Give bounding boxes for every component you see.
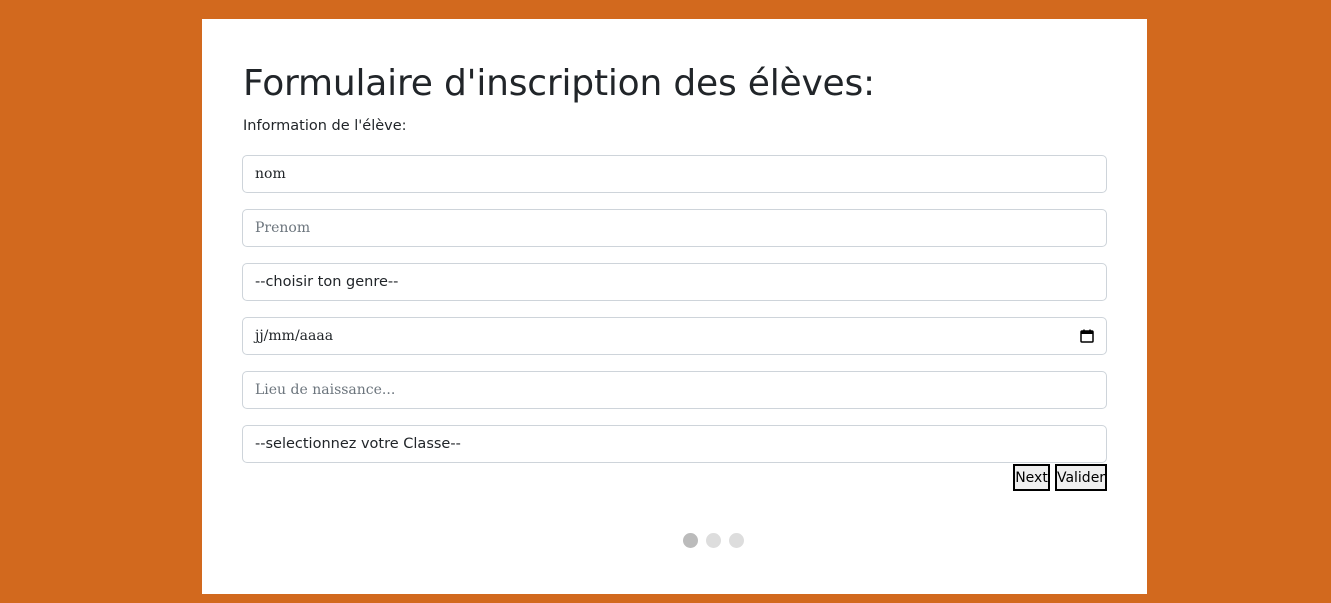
nom-field[interactable] <box>242 155 1107 193</box>
page-title: Formulaire d'inscription des élèves: <box>243 63 875 104</box>
step-dot-2 <box>706 533 721 548</box>
step-dot-1 <box>683 533 698 548</box>
nom-input[interactable] <box>255 156 1094 192</box>
next-button[interactable]: Next <box>1013 464 1050 491</box>
lieu-naissance-field[interactable] <box>242 371 1107 409</box>
classe-selected-value: --selectionnez votre Classe-- <box>255 436 461 452</box>
form-buttons: Next Valider <box>1013 464 1107 491</box>
step-indicator <box>683 533 744 548</box>
valider-button[interactable]: Valider <box>1055 464 1107 491</box>
step-dot-3 <box>729 533 744 548</box>
date-naissance-field[interactable]: jj/mm/aaaa <box>242 317 1107 355</box>
genre-selected-value: --choisir ton genre-- <box>255 274 399 290</box>
date-naissance-value: jj/mm/aaaa <box>255 328 334 344</box>
lieu-naissance-input[interactable] <box>255 372 1094 408</box>
calendar-icon[interactable] <box>1080 329 1094 343</box>
genre-select[interactable]: --choisir ton genre-- <box>242 263 1107 301</box>
form-card: Formulaire d'inscription des élèves: Inf… <box>202 19 1147 594</box>
section-subtitle: Information de l'élève: <box>243 118 407 134</box>
prenom-field[interactable] <box>242 209 1107 247</box>
classe-select[interactable]: --selectionnez votre Classe-- <box>242 425 1107 463</box>
prenom-input[interactable] <box>255 210 1094 246</box>
